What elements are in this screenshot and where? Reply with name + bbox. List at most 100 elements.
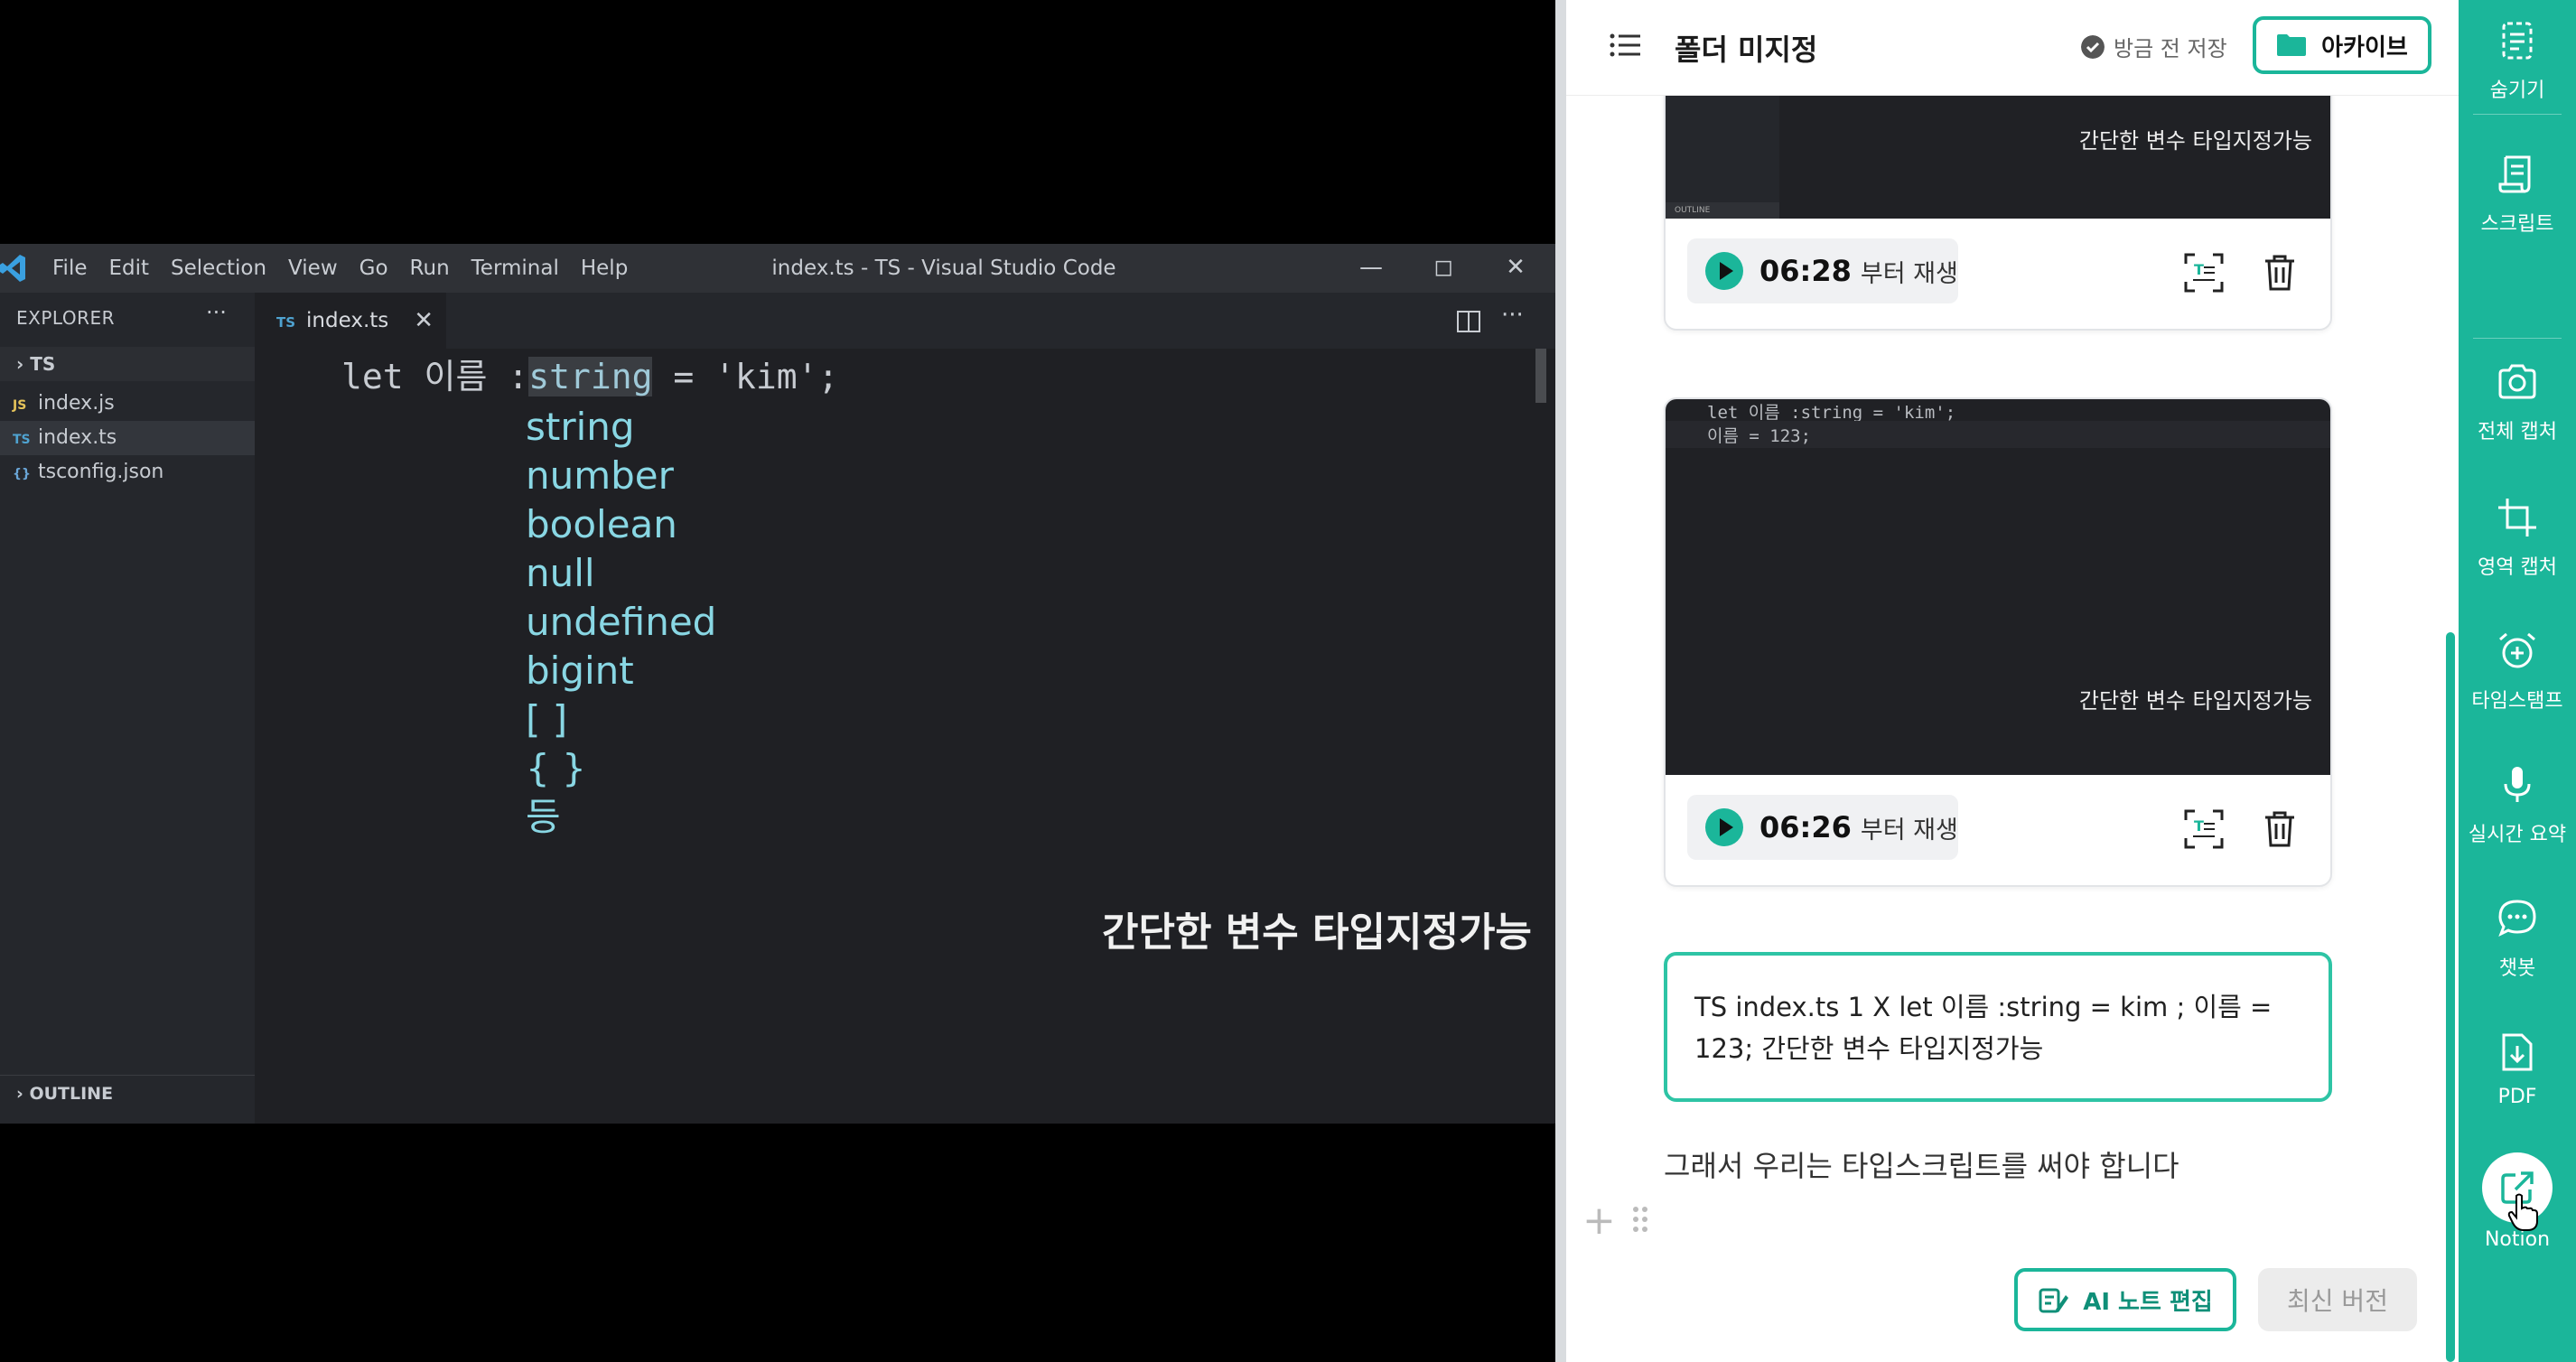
ai-edit-icon [2039, 1288, 2069, 1313]
vscode-window: File Edit Selection View Go Run Terminal… [0, 244, 1555, 1124]
list-menu-icon[interactable] [1608, 27, 1644, 63]
play-icon [1705, 808, 1743, 846]
type-item: bigint [526, 648, 634, 693]
drag-handle-icon[interactable] [1631, 1205, 1649, 1234]
file-name: index.js [38, 392, 115, 415]
timestamp: 06:26 [1759, 810, 1852, 844]
close-tab-icon[interactable]: ✕ [414, 293, 434, 349]
ts-file-icon: TS [276, 314, 296, 331]
play-from-button[interactable]: 06:28 부터 재생 [1687, 238, 1958, 303]
outline-section[interactable]: › OUTLINE [0, 1075, 255, 1111]
vscode-explorer: EXPLORER ··· › TS JS index.js TS index.ts … [0, 293, 255, 1124]
svg-text:T: T [2194, 817, 2204, 835]
close-window-icon[interactable]: ✕ [1498, 249, 1534, 285]
file-item[interactable]: JS index.js [0, 387, 255, 421]
play-from-button[interactable]: 06:26 부터 재생 [1687, 795, 1958, 860]
chatbot-button[interactable]: 챗봇 [2459, 898, 2576, 981]
timestamp: 06:28 [1759, 254, 1852, 288]
hide-button[interactable]: 숨기기 [2459, 20, 2576, 103]
panel-header: 폴더 미지정 방금 전 저장 아카이브 [1566, 0, 2459, 96]
side-toolbar: 숨기기 스크립트 전체 캡처 영역 캡처 타임스탬프 실시간 요약 챗봇 PDF… [2459, 0, 2576, 1362]
vscode-window-title: index.ts - TS - Visual Studio Code [771, 257, 1116, 280]
camera-icon [2498, 364, 2536, 399]
highlighted-type: string [528, 357, 653, 396]
text-extract-icon[interactable]: T [2184, 809, 2224, 849]
json-file-icon: {} [13, 467, 31, 481]
note-text-line[interactable]: 그래서 우리는 타입스크립트를 써야 합니다 [1664, 1143, 2179, 1185]
full-capture-button[interactable]: 전체 캡처 [2459, 361, 2576, 444]
extracted-text-block[interactable]: TS index.ts 1 X let 이름 :string = kim ; 이… [1664, 952, 2332, 1102]
tab-index-ts[interactable]: TS index.ts ✕ [255, 293, 446, 349]
type-item: string [526, 405, 635, 449]
maximize-icon[interactable]: ◻ [1425, 249, 1461, 285]
thumb-code-line: let 이름 :string = 'kim'; [1707, 403, 1956, 423]
thumb-caption: 간단한 변수 타입지정가능 [2078, 688, 2312, 714]
pdf-button[interactable]: PDF [2459, 1031, 2576, 1108]
js-file-icon: JS [13, 398, 27, 413]
capture-thumbnail[interactable]: let 이름 :string = 'kim'; 이름 = 123; 간단한 변수… [1666, 399, 2330, 775]
explorer-more-icon[interactable]: ··· [206, 300, 227, 325]
area-capture-button[interactable]: 영역 캡처 [2459, 497, 2576, 580]
type-item: null [526, 551, 595, 595]
type-item: number [526, 453, 674, 498]
vscode-titlebar: File Edit Selection View Go Run Terminal… [0, 244, 1555, 293]
explorer-heading: EXPLORER [16, 307, 115, 329]
ts-file-icon: TS [13, 433, 31, 447]
note-panel: OUTLINE 간단한 변수 타입지정가능 06:28 부터 재생 T let … [1566, 0, 2459, 1362]
thumb-outline: OUTLINE [1666, 202, 1779, 219]
video-subtitle: 간단한 변수 타입지정가능 [1102, 910, 1532, 956]
file-name: index.ts [38, 426, 117, 449]
folder-title[interactable]: 폴더 미지정 [1675, 27, 1817, 69]
svg-text:T: T [2194, 261, 2204, 278]
code-line: let 이름 :string = 'kim'; [341, 357, 839, 396]
pdf-download-icon [2502, 1033, 2533, 1071]
live-summary-button[interactable]: 실시간 요약 [2459, 764, 2576, 847]
type-item: { } [526, 746, 586, 790]
latest-version-button[interactable]: 최신 버전 [2258, 1268, 2417, 1331]
type-item: undefined [526, 600, 717, 644]
text-extract-icon[interactable]: T [2184, 253, 2224, 293]
ai-note-edit-button[interactable]: AI 노트 편집 [2014, 1268, 2236, 1331]
add-block-icon[interactable]: + [1582, 1198, 1616, 1244]
panel-scrollbar[interactable] [2446, 108, 2455, 1362]
hide-icon [2502, 22, 2533, 60]
mic-icon [2504, 767, 2531, 802]
trash-icon[interactable] [2262, 809, 2298, 849]
file-name: tsconfig.json [38, 461, 164, 483]
script-icon [2498, 155, 2531, 193]
type-list: string number boolean null undefined big… [526, 403, 716, 842]
type-item: boolean [526, 502, 677, 546]
type-item: 등 [526, 795, 561, 839]
crop-icon [2498, 499, 2536, 536]
folder-icon [2277, 34, 2307, 56]
save-status: 방금 전 저장 [2081, 31, 2227, 62]
explorer-folder[interactable]: › TS [0, 347, 255, 381]
script-button[interactable]: 스크립트 [2459, 154, 2576, 237]
play-icon [1705, 252, 1743, 290]
editor-scrollbar[interactable] [1535, 349, 1546, 403]
capture-card: let 이름 :string = 'kim'; 이름 = 123; 간단한 변수… [1664, 397, 2332, 887]
file-item[interactable]: TS index.ts [0, 421, 255, 455]
card-footer: 06:28 부터 재생 T [1666, 219, 2330, 329]
code-editor[interactable]: let 이름 :string = 'kim'; string number bo… [255, 349, 1537, 1124]
thumb-code-line: 이름 = 123; [1707, 426, 1812, 446]
folder-name: TS [30, 353, 56, 375]
type-item: [ ] [526, 697, 568, 742]
file-item[interactable]: {} tsconfig.json [0, 455, 255, 490]
chat-icon [2498, 900, 2536, 938]
lecture-video[interactable]: File Edit Selection View Go Run Terminal… [0, 0, 1555, 1362]
minimize-icon[interactable]: — [1353, 249, 1389, 285]
editor-more-icon[interactable]: ··· [1501, 302, 1524, 329]
alarm-icon [2499, 632, 2535, 668]
timestamp-button[interactable]: 타임스탬프 [2459, 630, 2576, 714]
split-editor-icon[interactable] [1456, 309, 1481, 334]
thumb-caption: 간단한 변수 타입지정가능 [2078, 128, 2312, 154]
capture-card: OUTLINE 간단한 변수 타입지정가능 06:28 부터 재생 T [1664, 69, 2332, 331]
archive-button[interactable]: 아카이브 [2253, 16, 2431, 74]
hand-cursor-icon [2507, 1193, 2538, 1231]
trash-icon[interactable] [2262, 253, 2298, 293]
card-footer: 06:26 부터 재생 T [1666, 775, 2330, 885]
panel-divider[interactable] [1555, 0, 1566, 1362]
editor-tabbar: TS index.ts ✕ ··· [255, 293, 1555, 349]
check-circle-icon [2081, 34, 2105, 59]
